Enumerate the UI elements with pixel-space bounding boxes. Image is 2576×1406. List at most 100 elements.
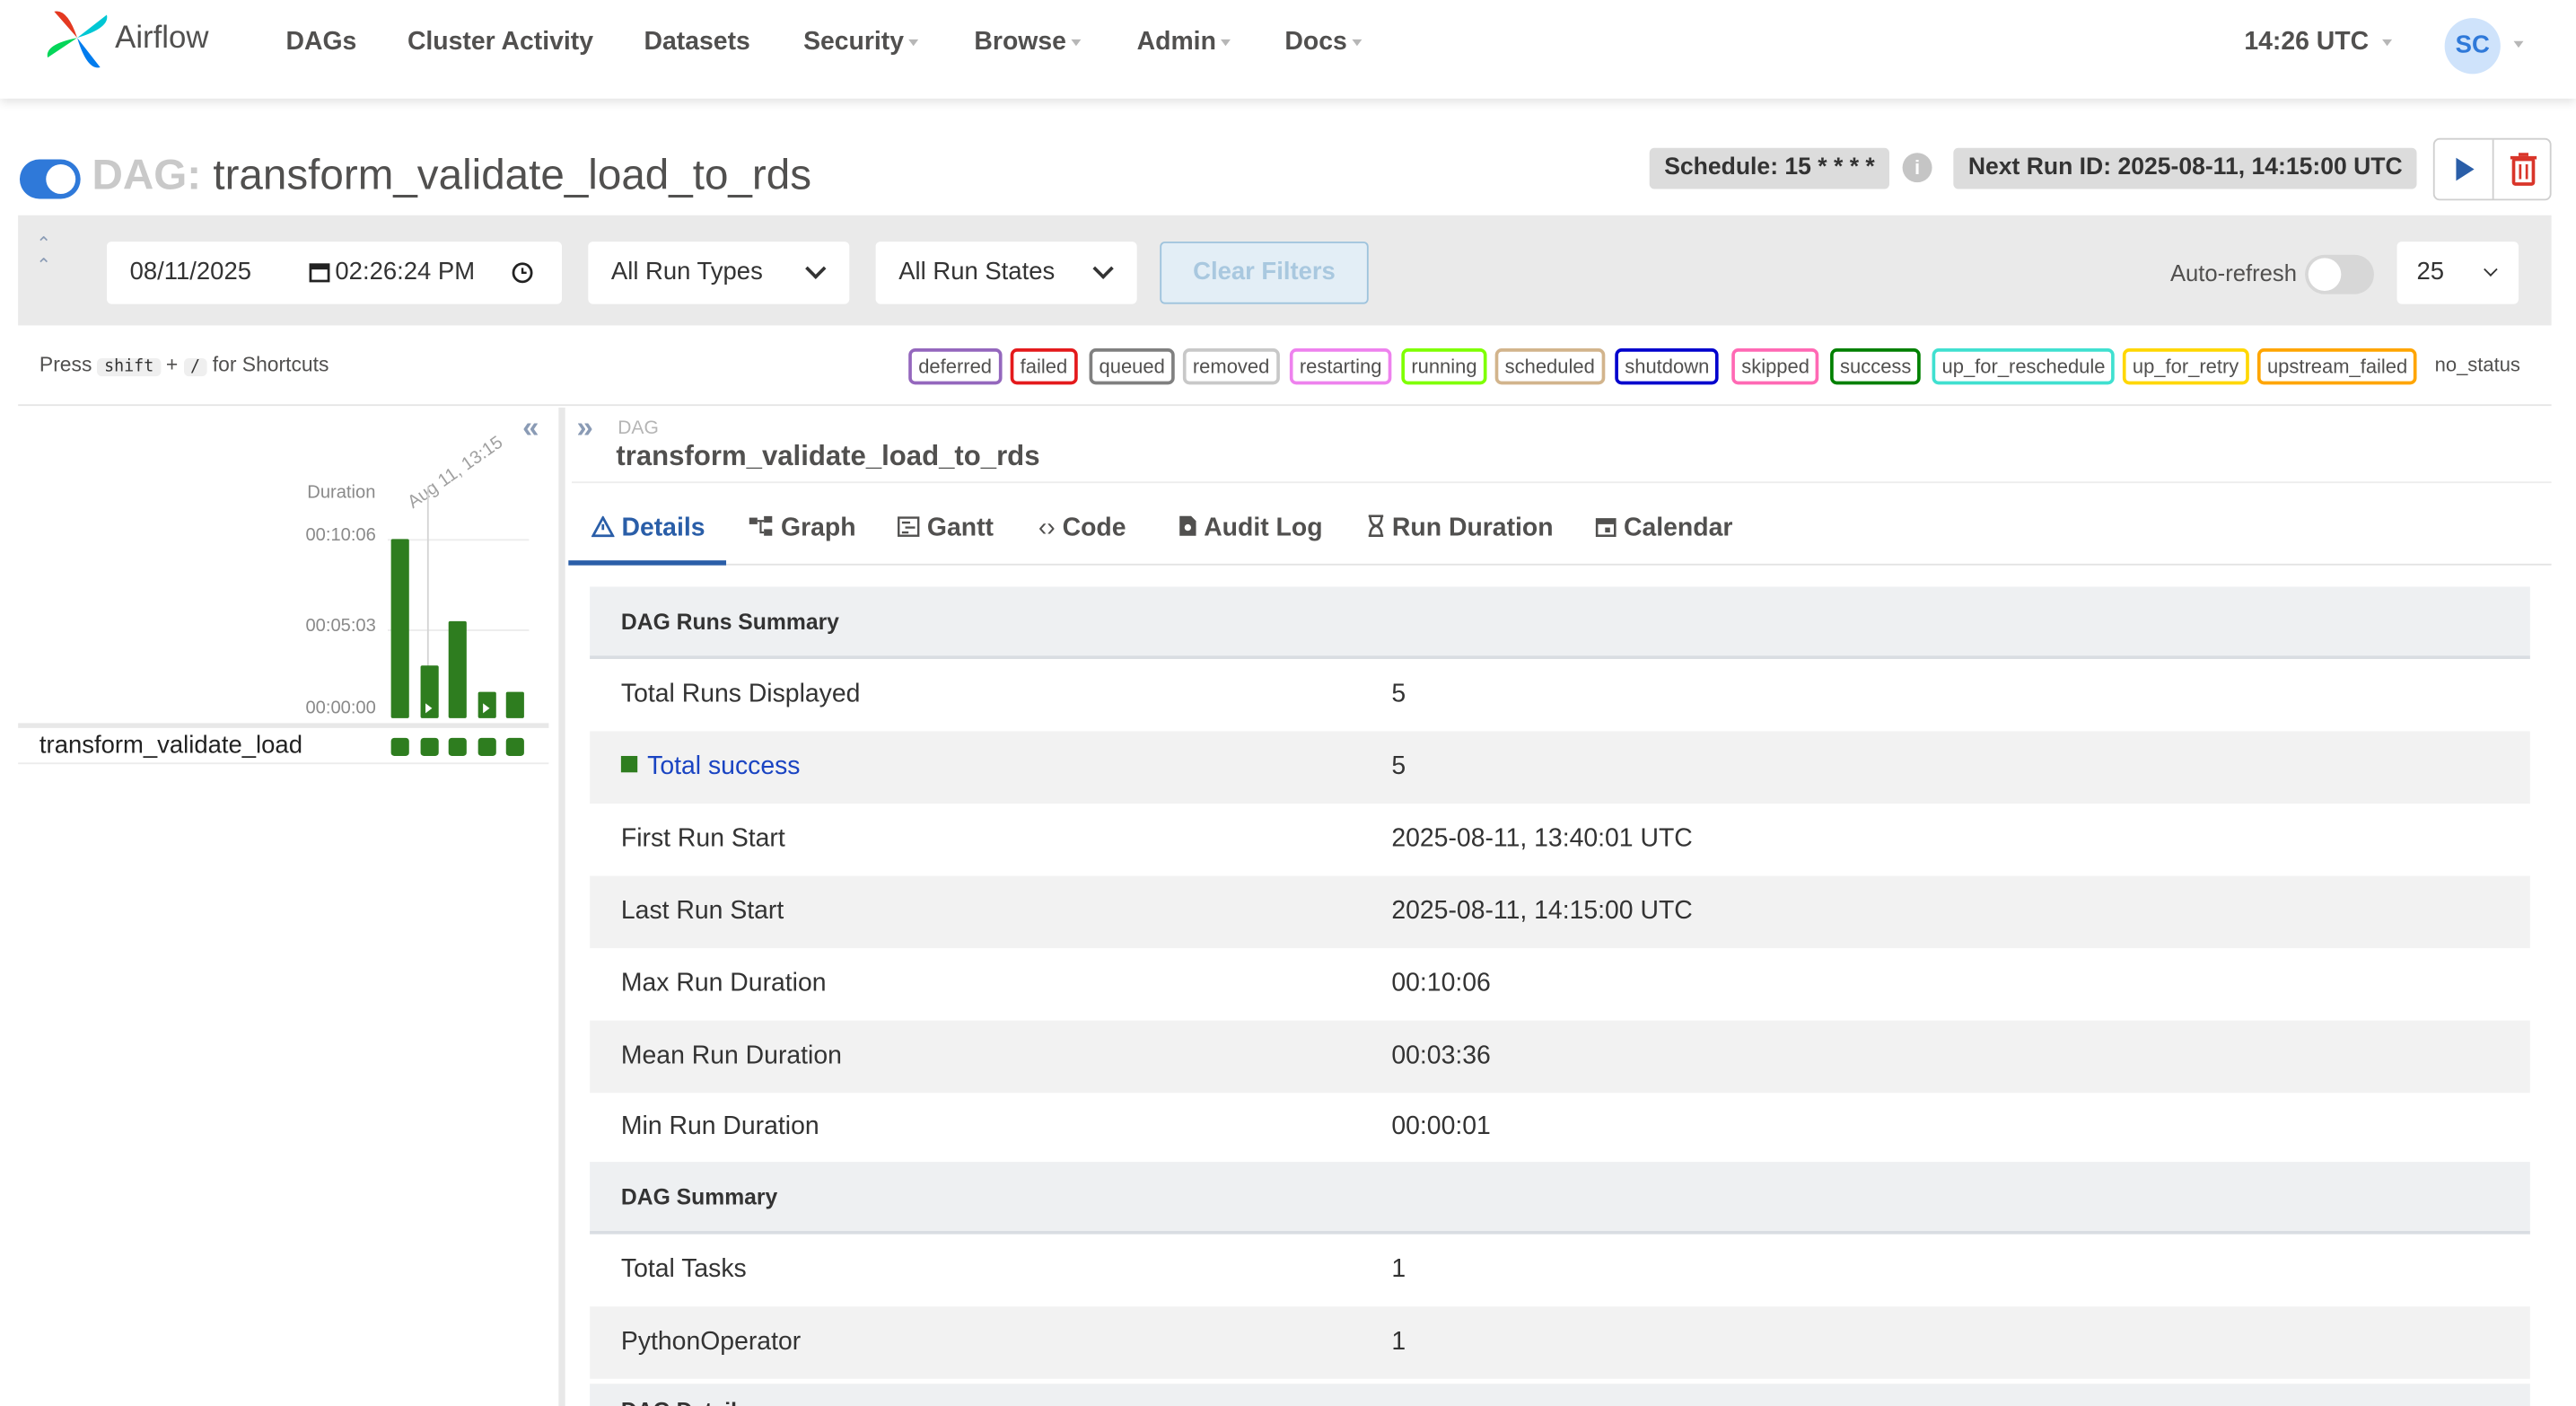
tab-label: Details bbox=[621, 514, 705, 543]
slash-key: / bbox=[183, 358, 207, 377]
page-size-select[interactable]: 25 bbox=[2396, 242, 2519, 304]
legend-removed[interactable]: removed bbox=[1182, 348, 1280, 385]
task-instance-square[interactable] bbox=[420, 737, 439, 756]
tab-label: Code bbox=[1062, 514, 1126, 543]
nav-docs[interactable]: Docs bbox=[1284, 28, 1362, 57]
task-instance-square[interactable] bbox=[478, 737, 496, 756]
legend-deferred[interactable]: deferred bbox=[908, 348, 1003, 385]
dag-pause-toggle[interactable] bbox=[19, 159, 81, 199]
legend-queued[interactable]: queued bbox=[1089, 348, 1175, 385]
base-date-input[interactable]: 08/11/2025 02:26:24 PM bbox=[106, 242, 562, 304]
clear-filters-button[interactable]: Clear Filters bbox=[1160, 242, 1369, 304]
legend-skipped[interactable]: skipped bbox=[1731, 348, 1819, 385]
panel-resize-handle[interactable] bbox=[558, 407, 565, 1406]
dag-actions bbox=[2432, 137, 2554, 201]
chevron-down-icon bbox=[2381, 39, 2392, 47]
breadcrumb-dag-id[interactable]: transform_validate_load_to_rds bbox=[616, 441, 1039, 474]
success-color-swatch bbox=[620, 755, 638, 773]
chevron-down-icon bbox=[805, 258, 827, 279]
section-header: DAG Runs Summary bbox=[590, 586, 2530, 659]
auto-refresh-toggle[interactable] bbox=[2305, 254, 2374, 294]
legend-restarting[interactable]: restarting bbox=[1289, 348, 1392, 385]
tab-audit-log[interactable]: Audit Log bbox=[1178, 514, 1323, 544]
nav-admin[interactable]: Admin bbox=[1137, 28, 1231, 57]
ytick-label: 00:10:06 bbox=[305, 525, 376, 546]
dag-prefix: DAG: bbox=[92, 149, 202, 199]
section-title: DAG Details bbox=[621, 1399, 749, 1406]
row-key: Total success bbox=[647, 752, 801, 781]
chevron-down-icon bbox=[1352, 39, 1362, 47]
legend-up-for-reschedule[interactable]: up_for_reschedule bbox=[1932, 348, 2116, 385]
calendar-icon bbox=[1595, 518, 1617, 537]
tabs-border bbox=[568, 563, 2552, 566]
expand-panel-icon[interactable]: » bbox=[576, 411, 592, 445]
nav-cluster-activity[interactable]: Cluster Activity bbox=[407, 28, 593, 57]
run-state-value: All Run States bbox=[898, 258, 1056, 286]
nav-label: Cluster Activity bbox=[407, 28, 594, 57]
nav-browse[interactable]: Browse bbox=[974, 28, 1082, 57]
run-state-select[interactable]: All Run States bbox=[875, 242, 1137, 304]
delete-dag-button[interactable] bbox=[2494, 140, 2554, 199]
task-instance-square[interactable] bbox=[448, 737, 467, 756]
legend-shutdown[interactable]: shutdown bbox=[1615, 348, 1720, 385]
nav-dags[interactable]: DAGs bbox=[285, 28, 356, 57]
legend-up-for-retry[interactable]: up_for_retry bbox=[2122, 348, 2249, 385]
code-icon: ‹› bbox=[1038, 514, 1056, 543]
airflow-logo-icon[interactable] bbox=[44, 4, 110, 70]
run-duration-bar[interactable] bbox=[478, 691, 496, 718]
brand-name[interactable]: Airflow bbox=[115, 22, 208, 57]
row-value: 5 bbox=[1391, 752, 1406, 781]
row-value: 2025-08-11, 13:40:01 UTC bbox=[1391, 824, 1693, 853]
clock-icon[interactable] bbox=[511, 261, 534, 285]
legend-failed[interactable]: failed bbox=[1010, 348, 1078, 385]
row-value: 5 bbox=[1391, 680, 1406, 708]
audit-log-icon bbox=[1179, 515, 1196, 536]
tab-gantt[interactable]: Gantt bbox=[897, 514, 994, 544]
utc-clock[interactable]: 14:26 UTC bbox=[2244, 28, 2392, 57]
table-row: Total success 5 bbox=[590, 731, 2530, 804]
warning-triangle-icon bbox=[591, 514, 616, 538]
run-type-select[interactable]: All Run Types bbox=[588, 242, 850, 304]
breadcrumb-label: DAG bbox=[618, 418, 659, 439]
divider bbox=[18, 723, 549, 728]
task-instance-square[interactable] bbox=[390, 737, 409, 756]
nav-datasets[interactable]: Datasets bbox=[644, 28, 750, 57]
legend-success[interactable]: success bbox=[1830, 348, 1922, 385]
collapse-grid-icon[interactable]: « bbox=[522, 411, 539, 445]
legend-running[interactable]: running bbox=[1401, 348, 1487, 385]
chevron-down-icon bbox=[908, 39, 919, 47]
nav-security[interactable]: Security bbox=[803, 28, 919, 57]
date-value: 08/11/2025 bbox=[129, 258, 251, 286]
legend-upstream-failed[interactable]: upstream_failed bbox=[2256, 348, 2418, 385]
legend-scheduled[interactable]: scheduled bbox=[1494, 348, 1605, 385]
task-name[interactable]: transform_validate_load bbox=[39, 732, 302, 760]
task-instance-square[interactable] bbox=[505, 737, 524, 756]
active-tab-indicator bbox=[568, 560, 727, 566]
run-duration-bar[interactable] bbox=[390, 539, 409, 718]
chevron-down-icon bbox=[2513, 40, 2524, 48]
user-avatar[interactable]: SC bbox=[2444, 18, 2501, 75]
row-key: PythonOperator bbox=[620, 1327, 802, 1357]
row-key: First Run Start bbox=[620, 824, 785, 853]
tab-code[interactable]: ‹› Code bbox=[1038, 514, 1126, 544]
nav-label: DAGs bbox=[285, 28, 357, 57]
collapse-up-icon[interactable]: ⌃ ⌃ bbox=[36, 233, 51, 277]
row-value: 1 bbox=[1391, 1327, 1406, 1357]
nav-label: Docs bbox=[1284, 28, 1347, 57]
calendar-icon[interactable] bbox=[309, 261, 330, 283]
clock-label: 14:26 UTC bbox=[2244, 28, 2370, 57]
legend-no-status[interactable]: no_status bbox=[2435, 354, 2520, 377]
tab-graph[interactable]: Graph bbox=[749, 514, 856, 544]
run-duration-bar[interactable] bbox=[448, 620, 467, 718]
run-duration-bar[interactable] bbox=[420, 665, 439, 718]
tab-details[interactable]: Details bbox=[591, 514, 705, 544]
total-success-link[interactable]: Total success bbox=[620, 752, 801, 782]
row-value: 00:10:06 bbox=[1391, 969, 1491, 998]
tab-calendar[interactable]: Calendar bbox=[1595, 514, 1732, 544]
tab-run-duration[interactable]: Run Duration bbox=[1367, 514, 1554, 544]
manual-trigger-icon bbox=[483, 703, 490, 714]
run-duration-bar[interactable] bbox=[505, 691, 524, 718]
trash-icon bbox=[2510, 153, 2537, 186]
trigger-dag-button[interactable] bbox=[2435, 139, 2494, 199]
info-icon[interactable]: i bbox=[1902, 153, 1932, 183]
